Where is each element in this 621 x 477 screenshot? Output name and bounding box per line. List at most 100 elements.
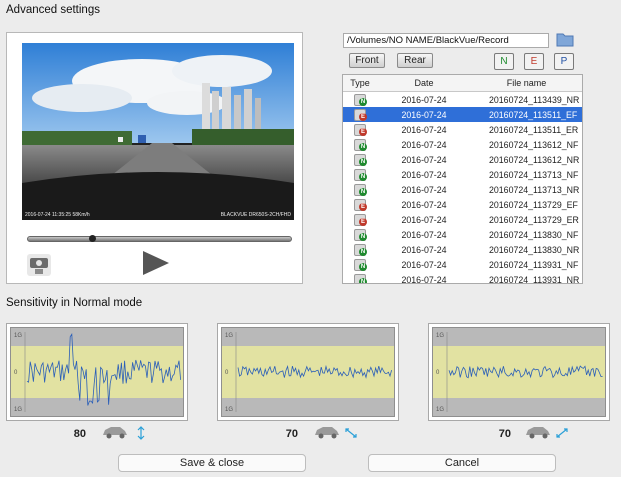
date-cell: 2016-07-24 xyxy=(401,214,447,225)
table-row[interactable]: N 2016-07-24 20160724_113612_NF xyxy=(343,137,582,152)
graph-scale-label: 1G xyxy=(225,407,233,413)
file-name-cell: 20160724_113713_NF xyxy=(489,169,579,180)
type-cell: E xyxy=(343,198,377,211)
seek-knob[interactable] xyxy=(89,235,97,242)
type-cell: E xyxy=(343,213,377,226)
graph-front-back-panel: 1G 0 1G xyxy=(217,323,399,421)
table-row[interactable]: N 2016-07-24 20160724_113830_NR xyxy=(343,242,582,257)
car-icon[interactable] xyxy=(101,424,129,439)
type-cell: N xyxy=(343,273,377,284)
table-row[interactable]: E 2016-07-24 20160724_113511_EF xyxy=(343,107,582,122)
file-name-cell: 20160724_113511_EF xyxy=(489,109,578,120)
date-cell: 2016-07-24 xyxy=(401,124,447,135)
video-player-panel: 2016-07-24 11:35:25 58Km/h BLACKVUE DR65… xyxy=(6,32,303,284)
front-back-sensitivity-value: 70 xyxy=(285,428,298,440)
play-button[interactable] xyxy=(143,251,169,275)
table-row[interactable]: N 2016-07-24 20160724_113612_NR xyxy=(343,152,582,167)
snapshot-button[interactable] xyxy=(27,254,51,276)
sensitivity-title: Sensitivity in Normal mode xyxy=(6,297,143,309)
vertical-axis-icon xyxy=(137,426,145,440)
table-row[interactable]: N 2016-07-24 20160724_113439_NR xyxy=(343,92,582,107)
video-file-icon: E xyxy=(354,213,367,226)
date-cell: 2016-07-24 xyxy=(401,244,447,255)
type-badge: E xyxy=(359,127,367,136)
front-back-axis-icon xyxy=(345,428,357,438)
table-row[interactable]: E 2016-07-24 20160724_113729_ER xyxy=(343,212,582,227)
car-icon[interactable] xyxy=(524,424,552,439)
table-row[interactable]: E 2016-07-24 20160724_113729_EF xyxy=(343,197,582,212)
file-name-cell: 20160724_113729_ER xyxy=(489,214,579,225)
type-cell: N xyxy=(343,138,377,151)
type-badge: N xyxy=(359,277,367,284)
video-file-icon: N xyxy=(354,183,367,196)
graph-vertical-panel: 1G 0 1G xyxy=(6,323,188,421)
save-close-button[interactable]: Save & close xyxy=(118,454,306,472)
video-file-icon: N xyxy=(354,273,367,284)
type-cell: N xyxy=(343,153,377,166)
tab-rear[interactable]: Rear xyxy=(397,53,433,68)
cancel-button[interactable]: Cancel xyxy=(368,454,556,472)
video-model-overlay: BLACKVUE DR650S-2CH/FHD xyxy=(220,212,291,218)
graph-scale-label: 1G xyxy=(225,333,233,339)
type-badge: E xyxy=(359,112,367,121)
file-name-cell: 20160724_113931_NF xyxy=(489,259,579,270)
acceleration-graph: 1G01G xyxy=(222,332,394,413)
camera-snapshot-icon xyxy=(30,258,48,274)
date-cell: 2016-07-24 xyxy=(401,109,447,120)
date-cell: 2016-07-24 xyxy=(401,184,447,195)
video-file-icon: E xyxy=(354,123,367,136)
table-body: N 2016-07-24 20160724_113439_NR E 2016-07-24… xyxy=(343,92,582,284)
filter-event-button[interactable]: E xyxy=(524,53,544,70)
table-row[interactable]: N 2016-07-24 20160724_113931_NR xyxy=(343,272,582,284)
date-cell: 2016-07-24 xyxy=(401,229,447,240)
file-name-cell: 20160724_113612_NF xyxy=(489,139,579,150)
video-timestamp-overlay: 2016-07-24 11:35:25 58Km/h xyxy=(25,212,90,218)
type-badge: N xyxy=(359,97,367,106)
date-cell: 2016-07-24 xyxy=(401,199,447,210)
graph-scale-label: 1G xyxy=(436,407,444,413)
graph-vertical: 1G 0 1G xyxy=(10,327,184,417)
video-frame[interactable]: 2016-07-24 11:35:25 58Km/h BLACKVUE DR65… xyxy=(22,43,294,220)
type-cell: N xyxy=(343,228,377,241)
type-badge: N xyxy=(359,172,367,181)
graph-left-right: 1G 0 1G xyxy=(432,327,606,417)
record-path-input[interactable] xyxy=(343,33,549,48)
table-row[interactable]: N 2016-07-24 20160724_113830_NF xyxy=(343,227,582,242)
type-badge: N xyxy=(359,157,367,166)
video-file-icon: N xyxy=(354,258,367,271)
section-title: Advanced settings xyxy=(6,4,100,16)
acceleration-graph: 1G01G xyxy=(433,332,605,413)
table-row[interactable]: E 2016-07-24 20160724_113511_ER xyxy=(343,122,582,137)
left-right-sensitivity-value: 70 xyxy=(498,428,511,440)
file-name-cell: 20160724_113830_NF xyxy=(489,229,579,240)
table-header: Type Date File name xyxy=(343,75,582,92)
date-cell: 2016-07-24 xyxy=(401,274,447,284)
column-type[interactable]: Type xyxy=(343,75,377,91)
graph-scale-label: 1G xyxy=(14,333,22,339)
file-table[interactable]: Type Date File name N 2016-07-24 20160724_… xyxy=(342,74,583,284)
type-badge: N xyxy=(359,247,367,256)
acceleration-graph: 1G01G xyxy=(11,332,183,413)
graph-left-right-panel: 1G 0 1G xyxy=(428,323,610,421)
car-icon[interactable] xyxy=(313,424,341,439)
type-badge: N xyxy=(359,262,367,271)
filter-parking-button[interactable]: P xyxy=(554,53,574,70)
video-file-icon: N xyxy=(354,228,367,241)
seek-bar[interactable] xyxy=(27,235,292,242)
type-badge: E xyxy=(359,217,367,226)
table-row[interactable]: N 2016-07-24 20160724_113931_NF xyxy=(343,257,582,272)
threshold-band xyxy=(433,346,605,398)
type-cell: E xyxy=(343,123,377,136)
column-date[interactable]: Date xyxy=(377,75,471,91)
date-cell: 2016-07-24 xyxy=(401,259,447,270)
column-file-name[interactable]: File name xyxy=(471,75,582,91)
table-row[interactable]: N 2016-07-24 20160724_113713_NR xyxy=(343,182,582,197)
graph-scale-label: 1G xyxy=(436,333,444,339)
browse-folder-button[interactable] xyxy=(555,30,575,48)
type-badge: E xyxy=(359,202,367,211)
tab-front[interactable]: Front xyxy=(349,53,385,68)
filter-normal-button[interactable]: N xyxy=(494,53,514,70)
table-row[interactable]: N 2016-07-24 20160724_113713_NF xyxy=(343,167,582,182)
video-file-icon: N xyxy=(354,138,367,151)
type-cell: E xyxy=(343,108,377,121)
